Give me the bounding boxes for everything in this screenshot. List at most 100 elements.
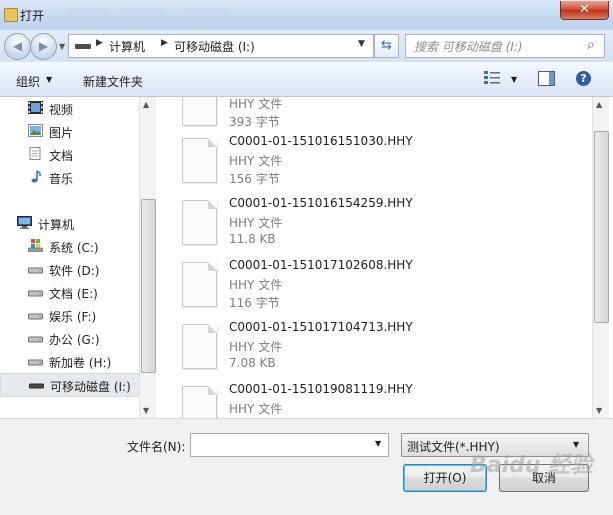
sidebar-scrollbar[interactable]: ▲ ▼ (139, 97, 156, 418)
preview-pane-icon[interactable] (538, 71, 555, 86)
file-icon (182, 386, 217, 418)
search-input[interactable]: 搜索 可移动磁盘 (I:) ⌕ (405, 34, 605, 58)
file-size: 393 字节 (229, 115, 280, 129)
help-icon[interactable]: ? (576, 71, 591, 86)
file-name: C0001-01-151016151030.HHY (229, 134, 413, 148)
organize-button[interactable]: 组织 (16, 73, 40, 90)
sidebar-item-drive-i[interactable]: 可移动磁盘 (I:) (0, 373, 142, 397)
file-icon (182, 97, 217, 126)
removable-drive-icon (29, 383, 44, 389)
breadcrumb-computer[interactable]: 计算机 (109, 38, 145, 55)
command-bar: 组织 ▼ 新建文件夹 ▼ ? (0, 62, 613, 97)
watermark: Baidu 经验 (470, 453, 593, 478)
file-item[interactable]: C0001-01-151019081119.HHY HHY 文件 (182, 382, 582, 418)
folder-icon (4, 8, 18, 22)
forward-button[interactable]: ▶ (30, 33, 57, 60)
sidebar-item-drive-g[interactable]: 办公 (G:) (0, 327, 140, 349)
file-name: C0001-01-151017102608.HHY (229, 258, 413, 272)
dialog-footer: 文件名(N): ▼ 测试文件(*.HHY) ▼ 打开(O) 取消 Baidu 经… (0, 418, 613, 515)
sidebar-item-videos[interactable]: 视频 (0, 97, 140, 119)
file-size: 116 字节 (229, 296, 280, 310)
sidebar-item-drive-f[interactable]: 娱乐 (F:) (0, 304, 140, 326)
sidebar-item-label: 音乐 (49, 172, 74, 186)
file-size: 7.08 KB (229, 356, 276, 370)
sidebar-item-documents[interactable]: 文档 (0, 143, 140, 165)
breadcrumb-removable-drive[interactable]: 可移动磁盘 (I:) (174, 38, 255, 55)
music-icon (31, 170, 41, 183)
file-list-scrollbar[interactable]: ▲ ▼ (592, 97, 609, 418)
sidebar-item-label: 新加卷 (H:) (49, 356, 112, 370)
chevron-down-icon[interactable]: ▼ (511, 75, 517, 84)
file-item[interactable]: C0001-01-151017102608.HHY HHY 文件 116 字节 (182, 258, 582, 320)
recent-locations-dropdown[interactable]: ▼ (59, 42, 65, 51)
new-folder-button[interactable]: 新建文件夹 (83, 73, 143, 90)
file-list[interactable]: HHY 文件 393 字节 C0001-01-151016151030.HHY … (156, 97, 592, 418)
chevron-down-icon[interactable]: ▼ (375, 439, 381, 448)
chevron-down-icon[interactable]: ▼ (46, 75, 52, 84)
sidebar-item-music[interactable]: 音乐 (0, 166, 140, 188)
chevron-right-icon[interactable]: ▶ (161, 38, 168, 48)
file-type: HHY 文件 (229, 340, 283, 354)
sidebar-item-computer[interactable]: 计算机 (0, 212, 140, 234)
title-bar: 打开 ✕ (0, 0, 613, 30)
file-type: HHY 文件 (229, 154, 283, 168)
file-item[interactable]: HHY 文件 393 字节 (182, 97, 582, 139)
blurred-tab (70, 8, 108, 17)
file-type: HHY 文件 (229, 278, 283, 292)
refresh-button[interactable]: ⇆ (374, 34, 399, 58)
blurred-tab (186, 8, 228, 17)
close-button[interactable]: ✕ (560, 1, 609, 20)
file-item[interactable]: C0001-01-151017104713.HHY HHY 文件 7.08 KB (182, 320, 582, 382)
scroll-down-icon[interactable]: ▼ (143, 406, 149, 415)
picture-icon (28, 124, 43, 137)
video-icon (28, 101, 43, 114)
file-type: HHY 文件 (229, 216, 283, 230)
view-options-icon[interactable] (484, 71, 500, 85)
sidebar-item-label: 视频 (49, 103, 74, 117)
address-bar[interactable]: ▶ 计算机 ▶ 可移动磁盘 (I:) ▼ (68, 34, 374, 58)
scroll-up-icon[interactable]: ▲ (596, 100, 602, 109)
sidebar-item-label: 软件 (D:) (49, 264, 100, 278)
drive-icon (28, 313, 43, 320)
search-icon[interactable]: ⌕ (587, 37, 595, 53)
window-title: 打开 (20, 9, 45, 23)
file-name: C0001-01-151016154259.HHY (229, 196, 413, 210)
scroll-up-icon[interactable]: ▲ (143, 100, 149, 109)
scrollbar-thumb[interactable] (141, 199, 156, 373)
sidebar-item-drive-d[interactable]: 软件 (D:) (0, 258, 140, 280)
drive-icon (75, 44, 91, 49)
file-item[interactable]: C0001-01-151016154259.HHY HHY 文件 11.8 KB (182, 196, 582, 258)
sidebar-item-label: 娱乐 (F:) (49, 310, 97, 324)
sidebar-item-drive-h[interactable]: 新加卷 (H:) (0, 350, 140, 372)
filename-input[interactable]: ▼ (190, 433, 389, 457)
file-name: C0001-01-151017104713.HHY (229, 320, 413, 334)
sidebar-item-pictures[interactable]: 图片 (0, 120, 140, 142)
file-icon (182, 262, 217, 307)
drive-icon (28, 290, 43, 297)
sidebar-item-label: 系统 (C:) (49, 241, 99, 255)
chevron-right-icon[interactable]: ▶ (96, 38, 103, 48)
navigation-pane[interactable]: 视频 图片 文档 音乐 计算机 系统 (C:) 软件 (D:) 文档 (E:) … (0, 97, 155, 418)
file-type: HHY 文件 (229, 97, 283, 111)
sidebar-item-label: 文档 (49, 149, 74, 163)
drive-icon (28, 267, 43, 274)
sidebar-item-label: 文档 (E:) (49, 287, 98, 301)
file-item[interactable]: C0001-01-151016151030.HHY HHY 文件 156 字节 (182, 134, 582, 196)
file-icon (182, 200, 217, 245)
chevron-down-icon[interactable]: ▼ (358, 39, 365, 49)
sidebar-item-label: 图片 (49, 126, 74, 140)
file-name: C0001-01-151019081119.HHY (229, 382, 413, 396)
drive-icon (28, 359, 43, 366)
drive-icon (28, 336, 43, 343)
file-type: HHY 文件 (229, 402, 283, 416)
scroll-down-icon[interactable]: ▼ (596, 406, 602, 415)
back-button[interactable]: ◀ (4, 33, 31, 60)
sidebar-item-label: 可移动磁盘 (I:) (50, 380, 131, 394)
sidebar-item-drive-e[interactable]: 文档 (E:) (0, 281, 140, 303)
sidebar-item-drive-c[interactable]: 系统 (C:) (0, 235, 140, 257)
sidebar-item-label: 计算机 (38, 218, 75, 232)
filename-label: 文件名(N): (127, 440, 186, 454)
file-size: 11.8 KB (229, 232, 276, 246)
scrollbar-thumb[interactable] (594, 131, 609, 323)
computer-icon (17, 216, 32, 229)
